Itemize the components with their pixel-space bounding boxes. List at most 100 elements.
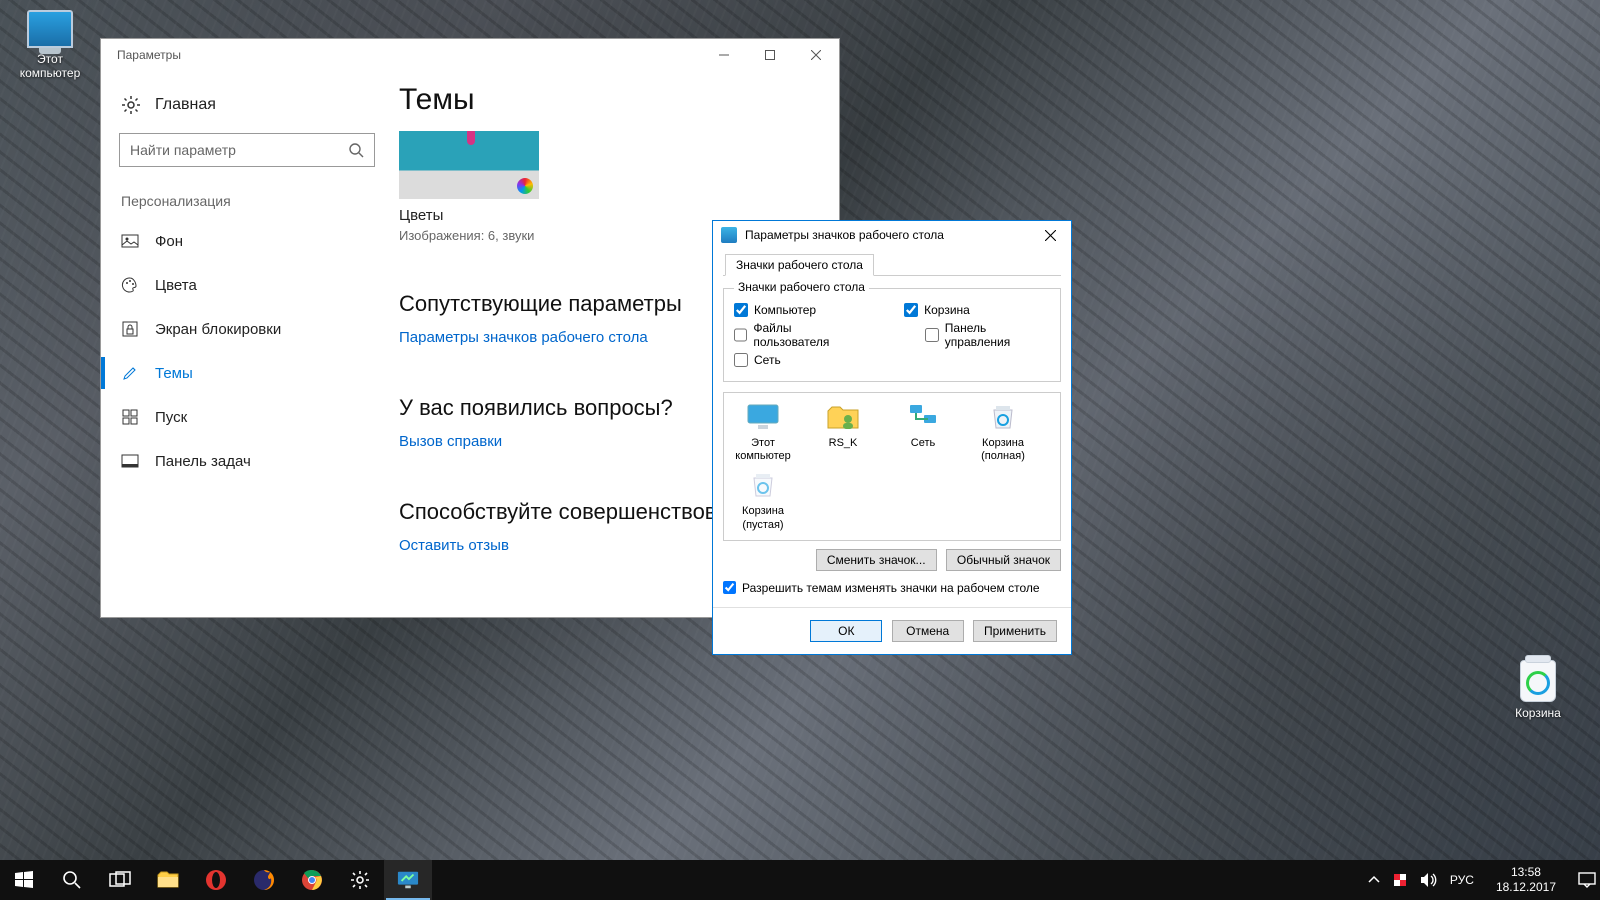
taskbar-icon (121, 452, 139, 470)
checkbox-control-panel[interactable]: Панель управления (925, 321, 1050, 349)
dialog-tab[interactable]: Значки рабочего стола (725, 254, 874, 276)
user-folder-icon (825, 401, 861, 433)
tray-notifications-icon[interactable] (1578, 872, 1596, 888)
desktop-icon-settings-dialog: Параметры значков рабочего стола Значки … (712, 220, 1072, 655)
checkbox-user-files[interactable]: Файлы пользователя (734, 321, 865, 349)
group-legend: Значки рабочего стола (734, 280, 869, 294)
checkbox-network[interactable]: Сеть (734, 353, 781, 367)
preview-user[interactable]: RS_K (812, 401, 874, 463)
sidebar-item-themes[interactable]: Темы (119, 351, 399, 395)
desktop-icon-label: Корзина (1500, 706, 1576, 720)
apply-button[interactable]: Применить (973, 620, 1057, 642)
system-tray: РУС 13:58 18.12.2017 (1368, 860, 1600, 900)
desktop-icons-group: Значки рабочего стола Компьютер Корзина … (723, 288, 1061, 382)
sidebar-item-label: Фон (155, 233, 183, 250)
opera-icon (205, 869, 227, 891)
monitor-paint-icon (397, 869, 419, 891)
allow-themes-checkbox[interactable]: Разрешить темам изменять значки на рабоч… (723, 581, 1061, 595)
minimize-button[interactable] (701, 39, 747, 71)
search-button[interactable] (48, 860, 96, 900)
lockscreen-icon (121, 320, 139, 338)
tray-language[interactable]: РУС (1450, 873, 1474, 887)
start-button[interactable] (0, 860, 48, 900)
checkbox-recycle-bin[interactable]: Корзина (904, 303, 970, 317)
sidebar-item-label: Темы (155, 365, 193, 382)
sidebar-item-label: Панель задач (155, 453, 251, 470)
taskbar-file-explorer[interactable] (144, 860, 192, 900)
feedback-link[interactable]: Оставить отзыв (399, 537, 509, 554)
dialog-icon (721, 227, 737, 243)
checkbox-computer[interactable]: Компьютер (734, 303, 816, 317)
task-view-button[interactable] (96, 860, 144, 900)
get-help-link[interactable]: Вызов справки (399, 433, 502, 450)
icon-preview-list[interactable]: Этот компьютер RS_K Сеть Корзина (полная… (723, 392, 1061, 541)
sidebar-item-background[interactable]: Фон (119, 219, 399, 263)
dialog-close-button[interactable] (1035, 224, 1065, 246)
search-icon (348, 142, 364, 158)
recycle-bin-icon (1520, 660, 1556, 702)
gear-icon (121, 95, 141, 115)
ok-button[interactable]: ОК (810, 620, 882, 642)
home-label: Главная (155, 96, 216, 114)
task-view-icon (109, 869, 131, 891)
maximize-button[interactable] (747, 39, 793, 71)
start-icon (121, 408, 139, 426)
brush-icon (121, 364, 139, 382)
settings-titlebar[interactable]: Параметры (101, 39, 839, 71)
tray-date: 18.12.2017 (1496, 880, 1556, 895)
tray-chevron-up-icon[interactable] (1368, 874, 1380, 886)
settings-title: Параметры (117, 48, 181, 62)
monitor-icon (27, 10, 73, 48)
windows-icon (13, 869, 35, 891)
tray-volume-icon[interactable] (1420, 872, 1438, 888)
gear-icon (349, 869, 371, 891)
preview-bin-full[interactable]: Корзина (полная) (972, 401, 1034, 463)
desktop-icons-settings-link[interactable]: Параметры значков рабочего стола (399, 329, 648, 346)
change-icon-button[interactable]: Сменить значок... (816, 549, 937, 571)
search-placeholder: Найти параметр (130, 142, 236, 158)
picture-icon (121, 232, 139, 250)
network-icon (905, 401, 941, 433)
sidebar-item-taskbar[interactable]: Панель задач (119, 439, 399, 483)
dialog-tab-strip: Значки рабочего стола (723, 253, 1061, 276)
sidebar-item-label: Экран блокировки (155, 321, 281, 338)
taskbar: РУС 13:58 18.12.2017 (0, 860, 1600, 900)
taskbar-settings[interactable] (336, 860, 384, 900)
taskbar-firefox[interactable] (240, 860, 288, 900)
dialog-titlebar[interactable]: Параметры значков рабочего стола (713, 221, 1071, 249)
sidebar-item-lockscreen[interactable]: Экран блокировки (119, 307, 399, 351)
theme-thumbnail[interactable] (399, 131, 539, 199)
close-button[interactable] (793, 39, 839, 71)
firefox-icon (253, 869, 275, 891)
taskbar-personalization[interactable] (384, 860, 432, 900)
recycle-bin-full-icon (985, 401, 1021, 433)
dialog-title: Параметры значков рабочего стола (745, 228, 944, 242)
taskbar-opera[interactable] (192, 860, 240, 900)
page-heading: Темы (399, 83, 819, 117)
preview-bin-empty[interactable]: Корзина (пустая) (732, 469, 794, 531)
desktop-icon-this-pc[interactable]: Этот компьютер (12, 10, 88, 80)
folder-icon (157, 869, 179, 891)
cancel-button[interactable]: Отмена (892, 620, 964, 642)
settings-sidebar: Главная Найти параметр Персонализация Фо… (101, 71, 399, 617)
preview-this-pc[interactable]: Этот компьютер (732, 401, 794, 463)
tray-security-icon[interactable] (1392, 872, 1408, 888)
monitor-icon (745, 401, 781, 433)
sidebar-item-label: Цвета (155, 277, 197, 294)
default-icon-button[interactable]: Обычный значок (946, 549, 1061, 571)
sidebar-item-label: Пуск (155, 409, 187, 426)
desktop-icon-label: Этот компьютер (12, 52, 88, 80)
desktop-icon-recycle-bin[interactable]: Корзина (1500, 660, 1576, 720)
tray-clock[interactable]: 13:58 18.12.2017 (1486, 865, 1566, 895)
search-input[interactable]: Найти параметр (119, 133, 375, 167)
recycle-bin-empty-icon (745, 469, 781, 501)
sidebar-item-start[interactable]: Пуск (119, 395, 399, 439)
sidebar-item-colors[interactable]: Цвета (119, 263, 399, 307)
palette-icon (121, 276, 139, 294)
preview-network[interactable]: Сеть (892, 401, 954, 463)
taskbar-chrome[interactable] (288, 860, 336, 900)
tray-time: 13:58 (1496, 865, 1556, 880)
chrome-icon (301, 869, 323, 891)
sidebar-section-title: Персонализация (121, 193, 399, 209)
home-button[interactable]: Главная (119, 89, 399, 133)
